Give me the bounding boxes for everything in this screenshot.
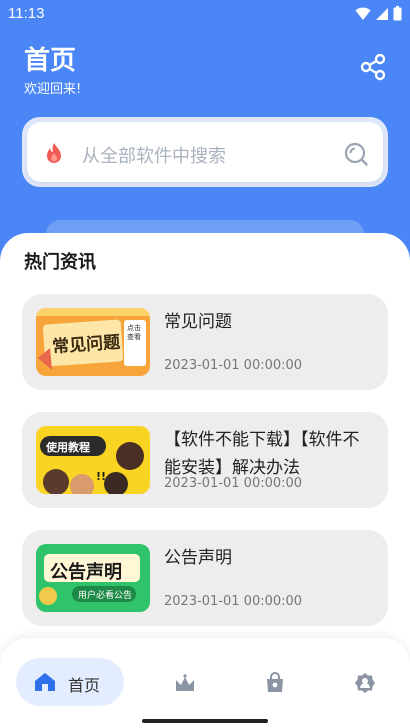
nav-home-label: 首页 xyxy=(68,676,101,695)
news-date: 2023-01-01 00:00:00 xyxy=(164,476,303,491)
news-date: 2023-01-01 00:00:00 xyxy=(164,358,303,373)
news-thumbnail: 使用教程 !! xyxy=(36,426,150,494)
crown-icon[interactable] xyxy=(174,672,196,694)
thumbnail-side-text: 点击查看 xyxy=(127,324,141,341)
news-thumbnail: 常见问题 点击查看 xyxy=(36,308,150,376)
search-placeholder: 从全部软件中搜索 xyxy=(82,146,226,167)
status-time: 11:13 xyxy=(8,5,45,22)
wifi-icon xyxy=(355,7,371,20)
search-input[interactable]: 从全部软件中搜索 xyxy=(27,122,383,182)
news-date: 2023-01-01 00:00:00 xyxy=(164,594,303,609)
status-icons xyxy=(355,6,402,21)
home-icon xyxy=(35,673,55,691)
share-icon[interactable] xyxy=(358,52,388,82)
bottom-nav: 首页 xyxy=(0,638,410,728)
thumbnail-side-text: !! xyxy=(96,470,107,483)
nav-item-home[interactable]: 首页 xyxy=(16,658,124,706)
news-item[interactable]: 常见问题 点击查看 常见问题 2023-01-01 00:00:00 xyxy=(22,294,388,390)
news-title: 【软件不能下载】【软件不能安装】解决办法 xyxy=(164,430,360,478)
welcome-subtitle: 欢迎回来! xyxy=(24,82,82,97)
battery-icon xyxy=(393,6,402,21)
flame-icon xyxy=(47,143,61,163)
thumbnail-side-text: 用户必看公告 xyxy=(78,591,133,601)
news-item[interactable]: 使用教程 !! 【软件不能下载】【软件不能安装】解决办法 2023-01-01 … xyxy=(22,412,388,508)
status-bar: 11:13 xyxy=(0,0,410,28)
section-title: 热门资讯 xyxy=(24,252,96,273)
shopping-bag-icon[interactable] xyxy=(264,672,286,694)
thumbnail-text: 使用教程 xyxy=(46,441,90,454)
home-indicator xyxy=(142,719,268,723)
cell-signal-icon xyxy=(376,7,388,20)
page-title: 首页 xyxy=(24,46,77,76)
news-thumbnail: 公告声明 用户必看公告 xyxy=(36,544,150,612)
search-bar[interactable]: 从全部软件中搜索 xyxy=(22,117,388,187)
thumbnail-text: 常见问题 xyxy=(51,332,121,358)
news-title: 公告声明 xyxy=(164,548,232,568)
thumbnail-text: 公告声明 xyxy=(50,562,122,583)
profile-icon[interactable] xyxy=(354,672,376,694)
search-icon[interactable] xyxy=(343,141,369,167)
news-title: 常见问题 xyxy=(164,312,232,332)
news-item[interactable]: 公告声明 用户必看公告 公告声明 2023-01-01 00:00:00 xyxy=(22,530,388,626)
